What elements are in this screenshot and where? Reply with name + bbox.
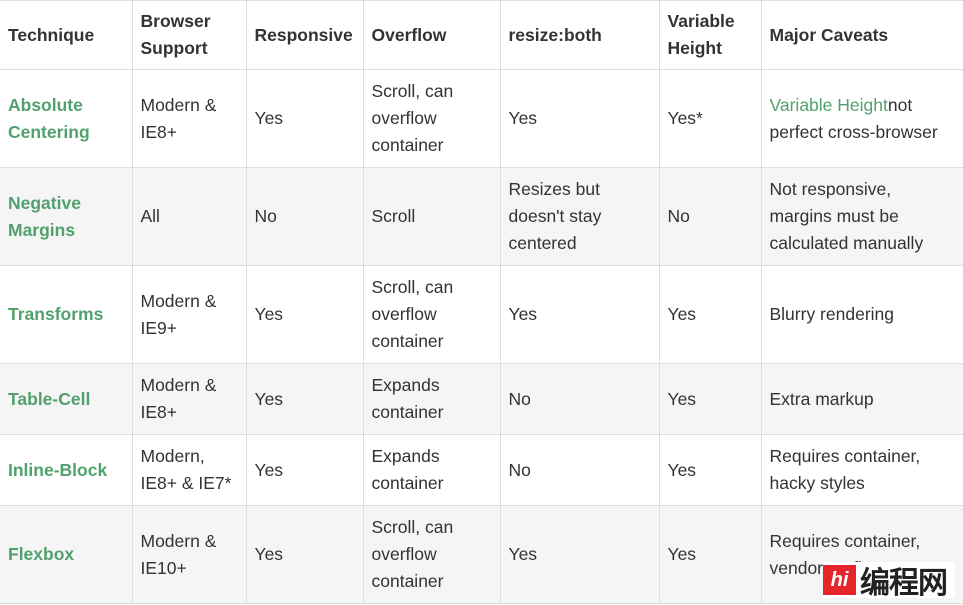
caveats: Requires container, hacky styles	[760, 434, 963, 506]
header-browser-support: Browser Support	[131, 0, 247, 70]
responsive: Yes	[245, 434, 364, 506]
header-row: Technique Browser Support Responsive Ove…	[0, 0, 963, 70]
resize: Yes	[499, 505, 660, 604]
responsive: Yes	[245, 363, 364, 435]
variable-height: Yes*	[658, 69, 762, 168]
responsive: Yes	[245, 505, 364, 604]
variable-height: Yes	[658, 265, 762, 364]
watermark-text: 编程网	[860, 566, 948, 601]
caveats: Blurry rendering	[760, 265, 963, 364]
technique-link[interactable]: Inline-Block	[0, 434, 133, 506]
resize: Resizes but doesn't stay centered	[499, 167, 660, 266]
table-row: Inline-Block Modern, IE8+ & IE7* Yes Exp…	[0, 434, 963, 506]
header-technique: Technique	[0, 0, 133, 70]
browser-support: Modern, IE8+ & IE7*	[131, 434, 247, 506]
watermark-logo: hi 编程网	[823, 562, 955, 601]
header-overflow: Overflow	[362, 0, 501, 70]
header-responsive: Responsive	[245, 0, 364, 70]
header-major-caveats: Major Caveats	[760, 0, 963, 70]
browser-support: Modern & IE8+	[131, 69, 247, 168]
overflow: Expands container	[362, 434, 501, 506]
overflow: Scroll, can overflow container	[362, 69, 501, 168]
browser-support: Modern & IE10+	[131, 505, 247, 604]
technique-link[interactable]: Flexbox	[0, 505, 133, 604]
header-resize: resize:both	[499, 0, 660, 70]
overflow: Expands container	[362, 363, 501, 435]
browser-support: Modern & IE9+	[131, 265, 247, 364]
overflow: Scroll	[362, 167, 501, 266]
browser-support: Modern & IE8+	[131, 363, 247, 435]
variable-height: Yes	[658, 505, 762, 604]
responsive: Yes	[245, 265, 364, 364]
overflow: Scroll, can overflow container	[362, 505, 501, 604]
caveats: Not responsive, margins must be calculat…	[760, 167, 963, 266]
table-row: Negative Margins All No Scroll Resizes b…	[0, 167, 963, 266]
variable-height: Yes	[658, 434, 762, 506]
caveats: Variable Heightnot perfect cross-browser	[760, 69, 963, 168]
browser-support: All	[131, 167, 247, 266]
responsive: No	[245, 167, 364, 266]
variable-height: Yes	[658, 363, 762, 435]
responsive: Yes	[245, 69, 364, 168]
variable-height: No	[658, 167, 762, 266]
resize: No	[499, 434, 660, 506]
comparison-table: Technique Browser Support Responsive Ove…	[0, 0, 963, 604]
table-row: Flexbox Modern & IE10+ Yes Scroll, can o…	[0, 505, 963, 604]
resize: No	[499, 363, 660, 435]
resize: Yes	[499, 69, 660, 168]
technique-link[interactable]: Transforms	[0, 265, 133, 364]
variable-height-link[interactable]: Variable Height	[770, 95, 888, 115]
resize: Yes	[499, 265, 660, 364]
table-row: Absolute Centering Modern & IE8+ Yes Scr…	[0, 69, 963, 168]
watermark-badge-icon: hi	[823, 565, 856, 595]
technique-link[interactable]: Absolute Centering	[0, 69, 133, 168]
overflow: Scroll, can overflow container	[362, 265, 501, 364]
technique-link[interactable]: Table-Cell	[0, 363, 133, 435]
table-row: Transforms Modern & IE9+ Yes Scroll, can…	[0, 265, 963, 364]
caveats: Extra markup	[760, 363, 963, 435]
technique-link[interactable]: Negative Margins	[0, 167, 133, 266]
table-row: Table-Cell Modern & IE8+ Yes Expands con…	[0, 363, 963, 435]
header-variable-height: Variable Height	[658, 0, 762, 70]
